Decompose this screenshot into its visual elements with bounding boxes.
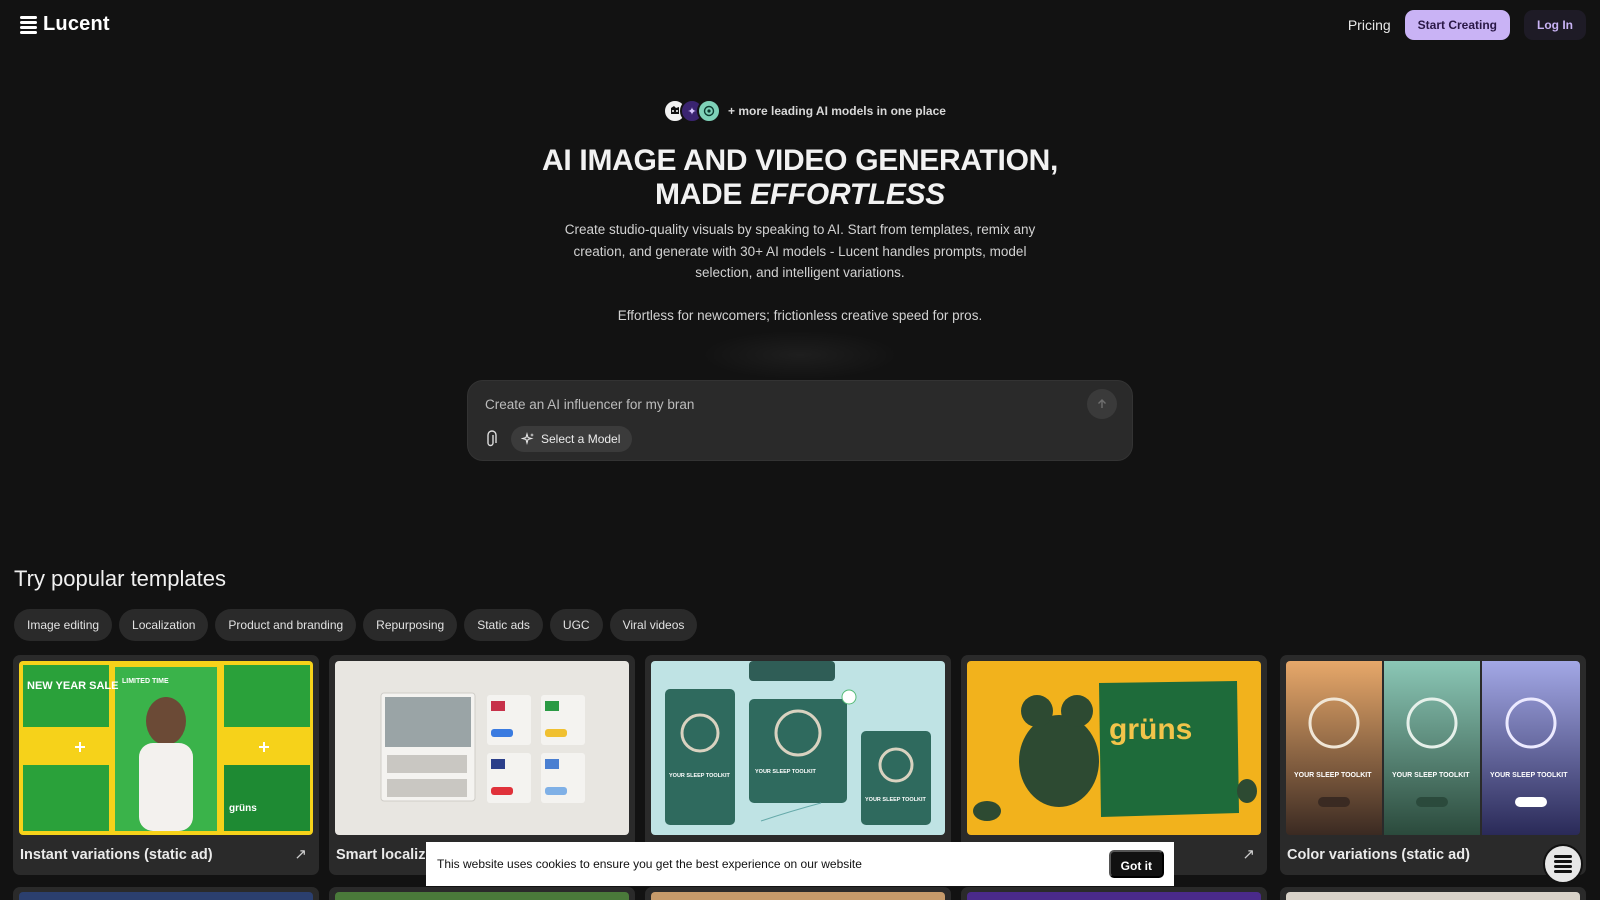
paperclip-icon [487,430,497,447]
thumb-sleep-text-b: YOUR SLEEP TOOLKIT [1392,772,1470,779]
prompt-input[interactable] [485,393,1075,415]
models-note: + more leading AI models in one place [728,104,946,118]
thumb-sleep-text-c: YOUR SLEEP TOOLKIT [1490,772,1568,779]
chip-ugc[interactable]: UGC [549,609,603,641]
cookie-accept-button[interactable]: Got it [1108,850,1164,878]
template-card-color-variations[interactable]: YOUR SLEEP TOOLKIT YOUR SLEEP TOOLKIT YO… [1280,655,1586,875]
hero-headline: AI IMAGE AND VIDEO GENERATION, MADE EFFO… [0,144,1600,212]
cookie-banner: This website uses cookies to ensure you … [426,842,1174,886]
arrow-up-right-icon: ↗ [294,846,307,863]
thumb-sleep-text-3: YOUR SLEEP TOOLKIT [865,797,927,803]
template-card-peek[interactable] [13,887,319,900]
chip-localization[interactable]: Localization [119,609,209,641]
headline-prefix: MADE [655,178,751,211]
headline-line-2: MADE EFFORTLESS [0,178,1600,212]
chip-repurposing[interactable]: Repurposing [363,609,458,641]
card-title: Instant variations (static ad) [20,847,213,863]
thumb-sale-text: NEW YEAR SALE [27,680,118,692]
template-thumbnail [335,661,629,835]
card-title: Smart localiz [336,847,426,863]
chat-widget-button[interactable] [1543,844,1583,884]
sparkles-icon [521,432,534,446]
template-card-peek[interactable] [645,887,951,900]
template-card-peek[interactable] [961,887,1267,900]
send-button[interactable] [1087,389,1117,419]
nav-actions: Pricing Start Creating Log In [1348,10,1586,40]
headline-line-1: AI IMAGE AND VIDEO GENERATION, [541,144,1059,177]
template-thumbnail: YOUR SLEEP TOOLKIT YOUR SLEEP TOOLKIT YO… [651,661,945,835]
hero-description: Create studio-quality visuals by speakin… [564,222,1036,280]
log-in-button[interactable]: Log In [1524,10,1586,40]
openai-icon [697,99,721,123]
hero-tagline: Effortless for newcomers; frictionless c… [617,308,983,323]
template-thumbnail: NEW YEAR SALE grüns LIMITED TIME [19,661,313,835]
chip-product-branding[interactable]: Product and branding [215,609,357,641]
brand-logo[interactable]: Lucent [20,13,110,36]
card-title: Color variations (static ad) [1287,847,1470,863]
top-nav: Lucent Pricing Start Creating Log In [0,0,1600,50]
chip-image-editing[interactable]: Image editing [14,609,113,641]
pricing-link[interactable]: Pricing [1348,17,1391,33]
select-model-button[interactable]: Select a Model [511,426,633,452]
lucent-logo-icon [1554,855,1572,873]
template-thumbnail: YOUR SLEEP TOOLKIT YOUR SLEEP TOOLKIT YO… [1286,661,1580,835]
template-card-peek[interactable] [329,887,635,900]
thumb-brand-text: grüns [229,803,257,814]
brand-name: Lucent [43,13,110,35]
thumb-sleep-text-2: YOUR SLEEP TOOLKIT [755,769,817,775]
select-model-label: Select a Model [541,432,621,446]
templates-title: Try popular templates [14,566,226,591]
prompt-glow [700,330,900,380]
template-thumbnail: grüns [967,661,1261,835]
template-card-peek[interactable] [1280,887,1586,900]
thumb-gruns-text: grüns [1109,713,1192,746]
headline-emphasis: EFFORTLESS [750,178,945,211]
attach-button[interactable] [482,429,502,449]
thumb-sleep-text-1: YOUR SLEEP TOOLKIT [669,773,731,779]
cookie-text: This website uses cookies to ensure you … [437,857,862,871]
lucent-logo-icon [20,15,37,34]
thumb-limited-text: LIMITED TIME [122,678,169,685]
chip-viral-videos[interactable]: Viral videos [609,609,698,641]
template-category-chips: Image editing Localization Product and b… [14,609,698,641]
start-creating-button[interactable]: Start Creating [1404,10,1510,40]
thumb-sleep-text-a: YOUR SLEEP TOOLKIT [1294,772,1372,779]
prompt-box: Select a Model [467,380,1133,461]
model-avatars: ✦ + more leading AI models in one place [663,99,946,123]
arrow-up-right-icon: ↗ [1242,846,1255,863]
template-card-instant-variations[interactable]: NEW YEAR SALE grüns LIMITED TIME Instant… [13,655,319,875]
arrow-up-icon [1098,399,1106,408]
chip-static-ads[interactable]: Static ads [464,609,543,641]
